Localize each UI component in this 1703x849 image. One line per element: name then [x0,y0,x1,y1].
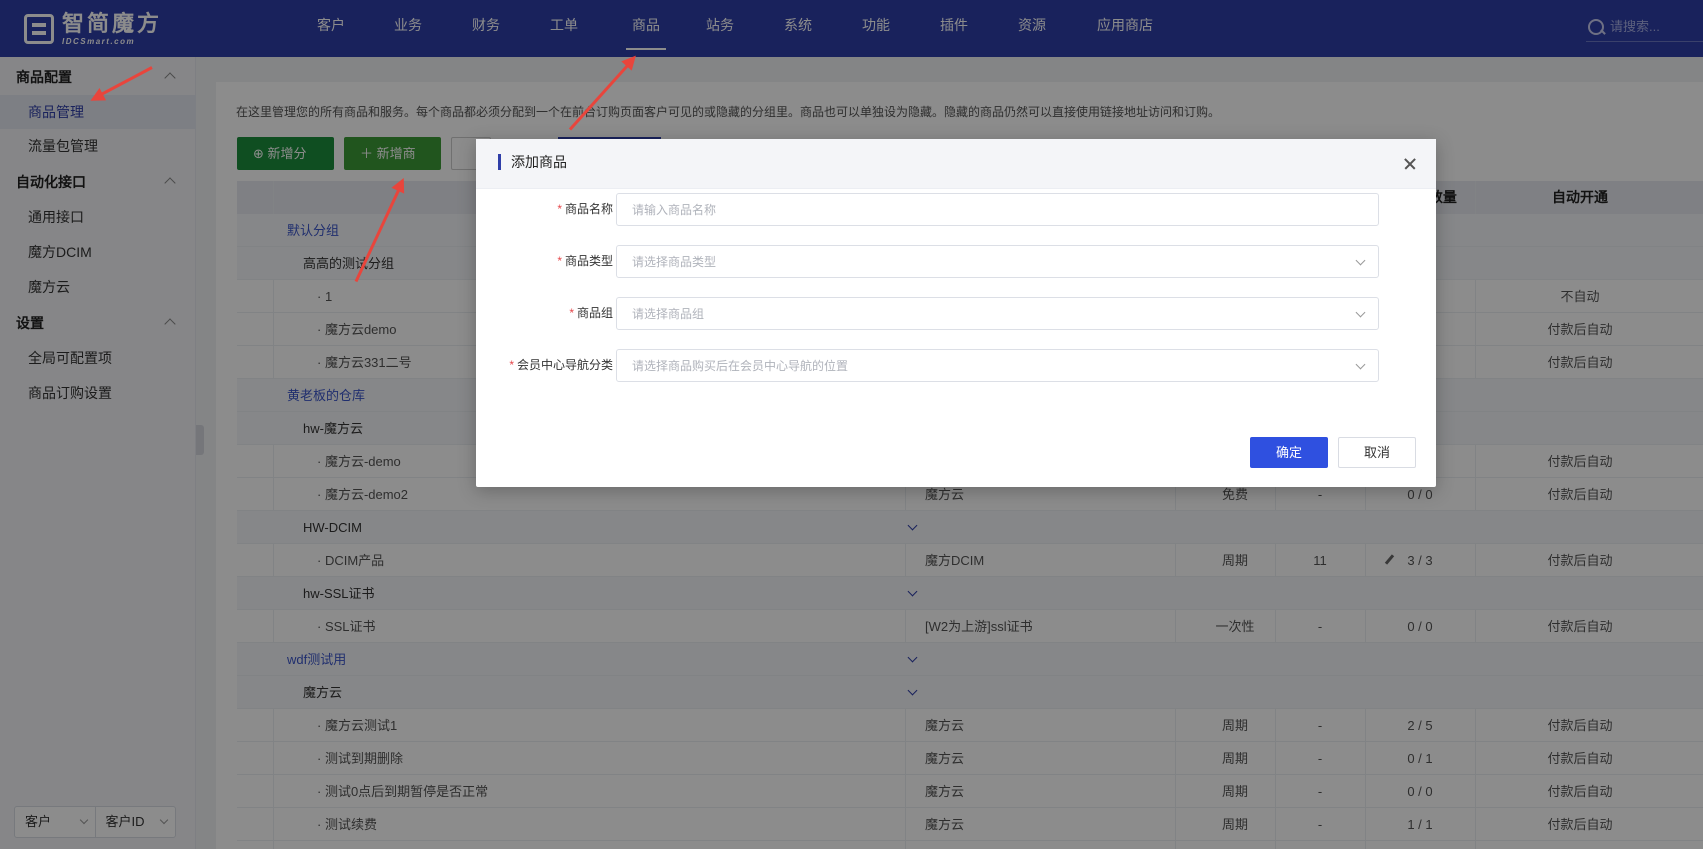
add-product-dialog: 添加商品 *商品名称 *商品类型 *商品组 *会员中心导航分类 确定 取消 [476,139,1436,487]
close-icon[interactable] [1400,154,1420,174]
dialog-header: 添加商品 [476,139,1436,189]
product-group-select[interactable] [616,297,1379,330]
product-group-input[interactable] [617,298,1378,329]
nav-category-input[interactable] [617,350,1378,381]
product-type-input[interactable] [617,246,1378,277]
product-type-select[interactable] [616,245,1379,278]
form-row-nav-category: * 会员中心导航分类 [476,349,1436,382]
nav-category-select[interactable] [616,349,1379,382]
field-label: 商品类型 [564,254,613,268]
confirm-button[interactable]: 确定 [1250,437,1328,468]
field-label: 商品组 [576,306,613,320]
cancel-button[interactable]: 取消 [1338,437,1416,468]
field-label: 会员中心导航分类 [516,358,613,372]
dialog-title: 添加商品 [498,154,567,170]
form-row-product-name: * 商品名称 [476,193,1436,226]
product-name-input[interactable] [617,194,1378,225]
field-label: 商品名称 [564,202,613,216]
form-row-product-group: * 商品组 [476,297,1436,330]
form-row-product-type: * 商品类型 [476,245,1436,278]
